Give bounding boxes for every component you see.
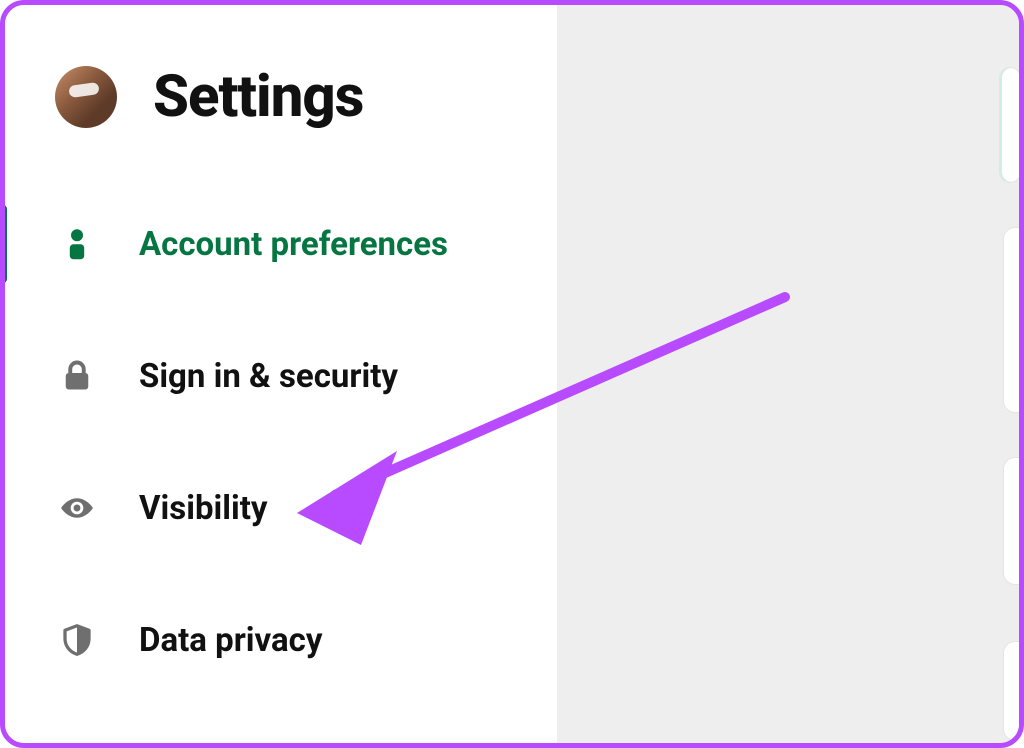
page-title: Settings [153,63,363,131]
sidebar-item-sign-in-security[interactable]: Sign in & security [5,343,557,409]
content-pane [557,5,1019,743]
settings-sidebar: Settings Account preferences Sign in & s… [5,5,557,743]
settings-header: Settings [5,5,557,131]
sidebar-item-account-preferences[interactable]: Account preferences [5,211,557,277]
settings-menu: Account preferences Sign in & security [5,211,557,673]
sidebar-item-visibility[interactable]: Visibility [5,475,557,541]
sidebar-item-label: Sign in & security [139,357,398,396]
avatar[interactable] [55,66,117,128]
content-card-fragment [1003,227,1021,413]
sidebar-item-data-privacy[interactable]: Data privacy [5,607,557,673]
person-icon [59,224,95,264]
shield-icon [59,620,95,660]
sidebar-item-label: Visibility [139,489,268,528]
content-card-fragment [1003,641,1021,741]
eye-icon [59,488,95,528]
content-card-fragment [999,67,1021,183]
content-card-fragment [1003,457,1021,585]
sidebar-item-label: Data privacy [139,621,322,660]
app-frame: Settings Account preferences Sign in & s… [0,0,1024,748]
lock-icon [59,356,95,396]
sidebar-item-label: Account preferences [139,225,448,264]
